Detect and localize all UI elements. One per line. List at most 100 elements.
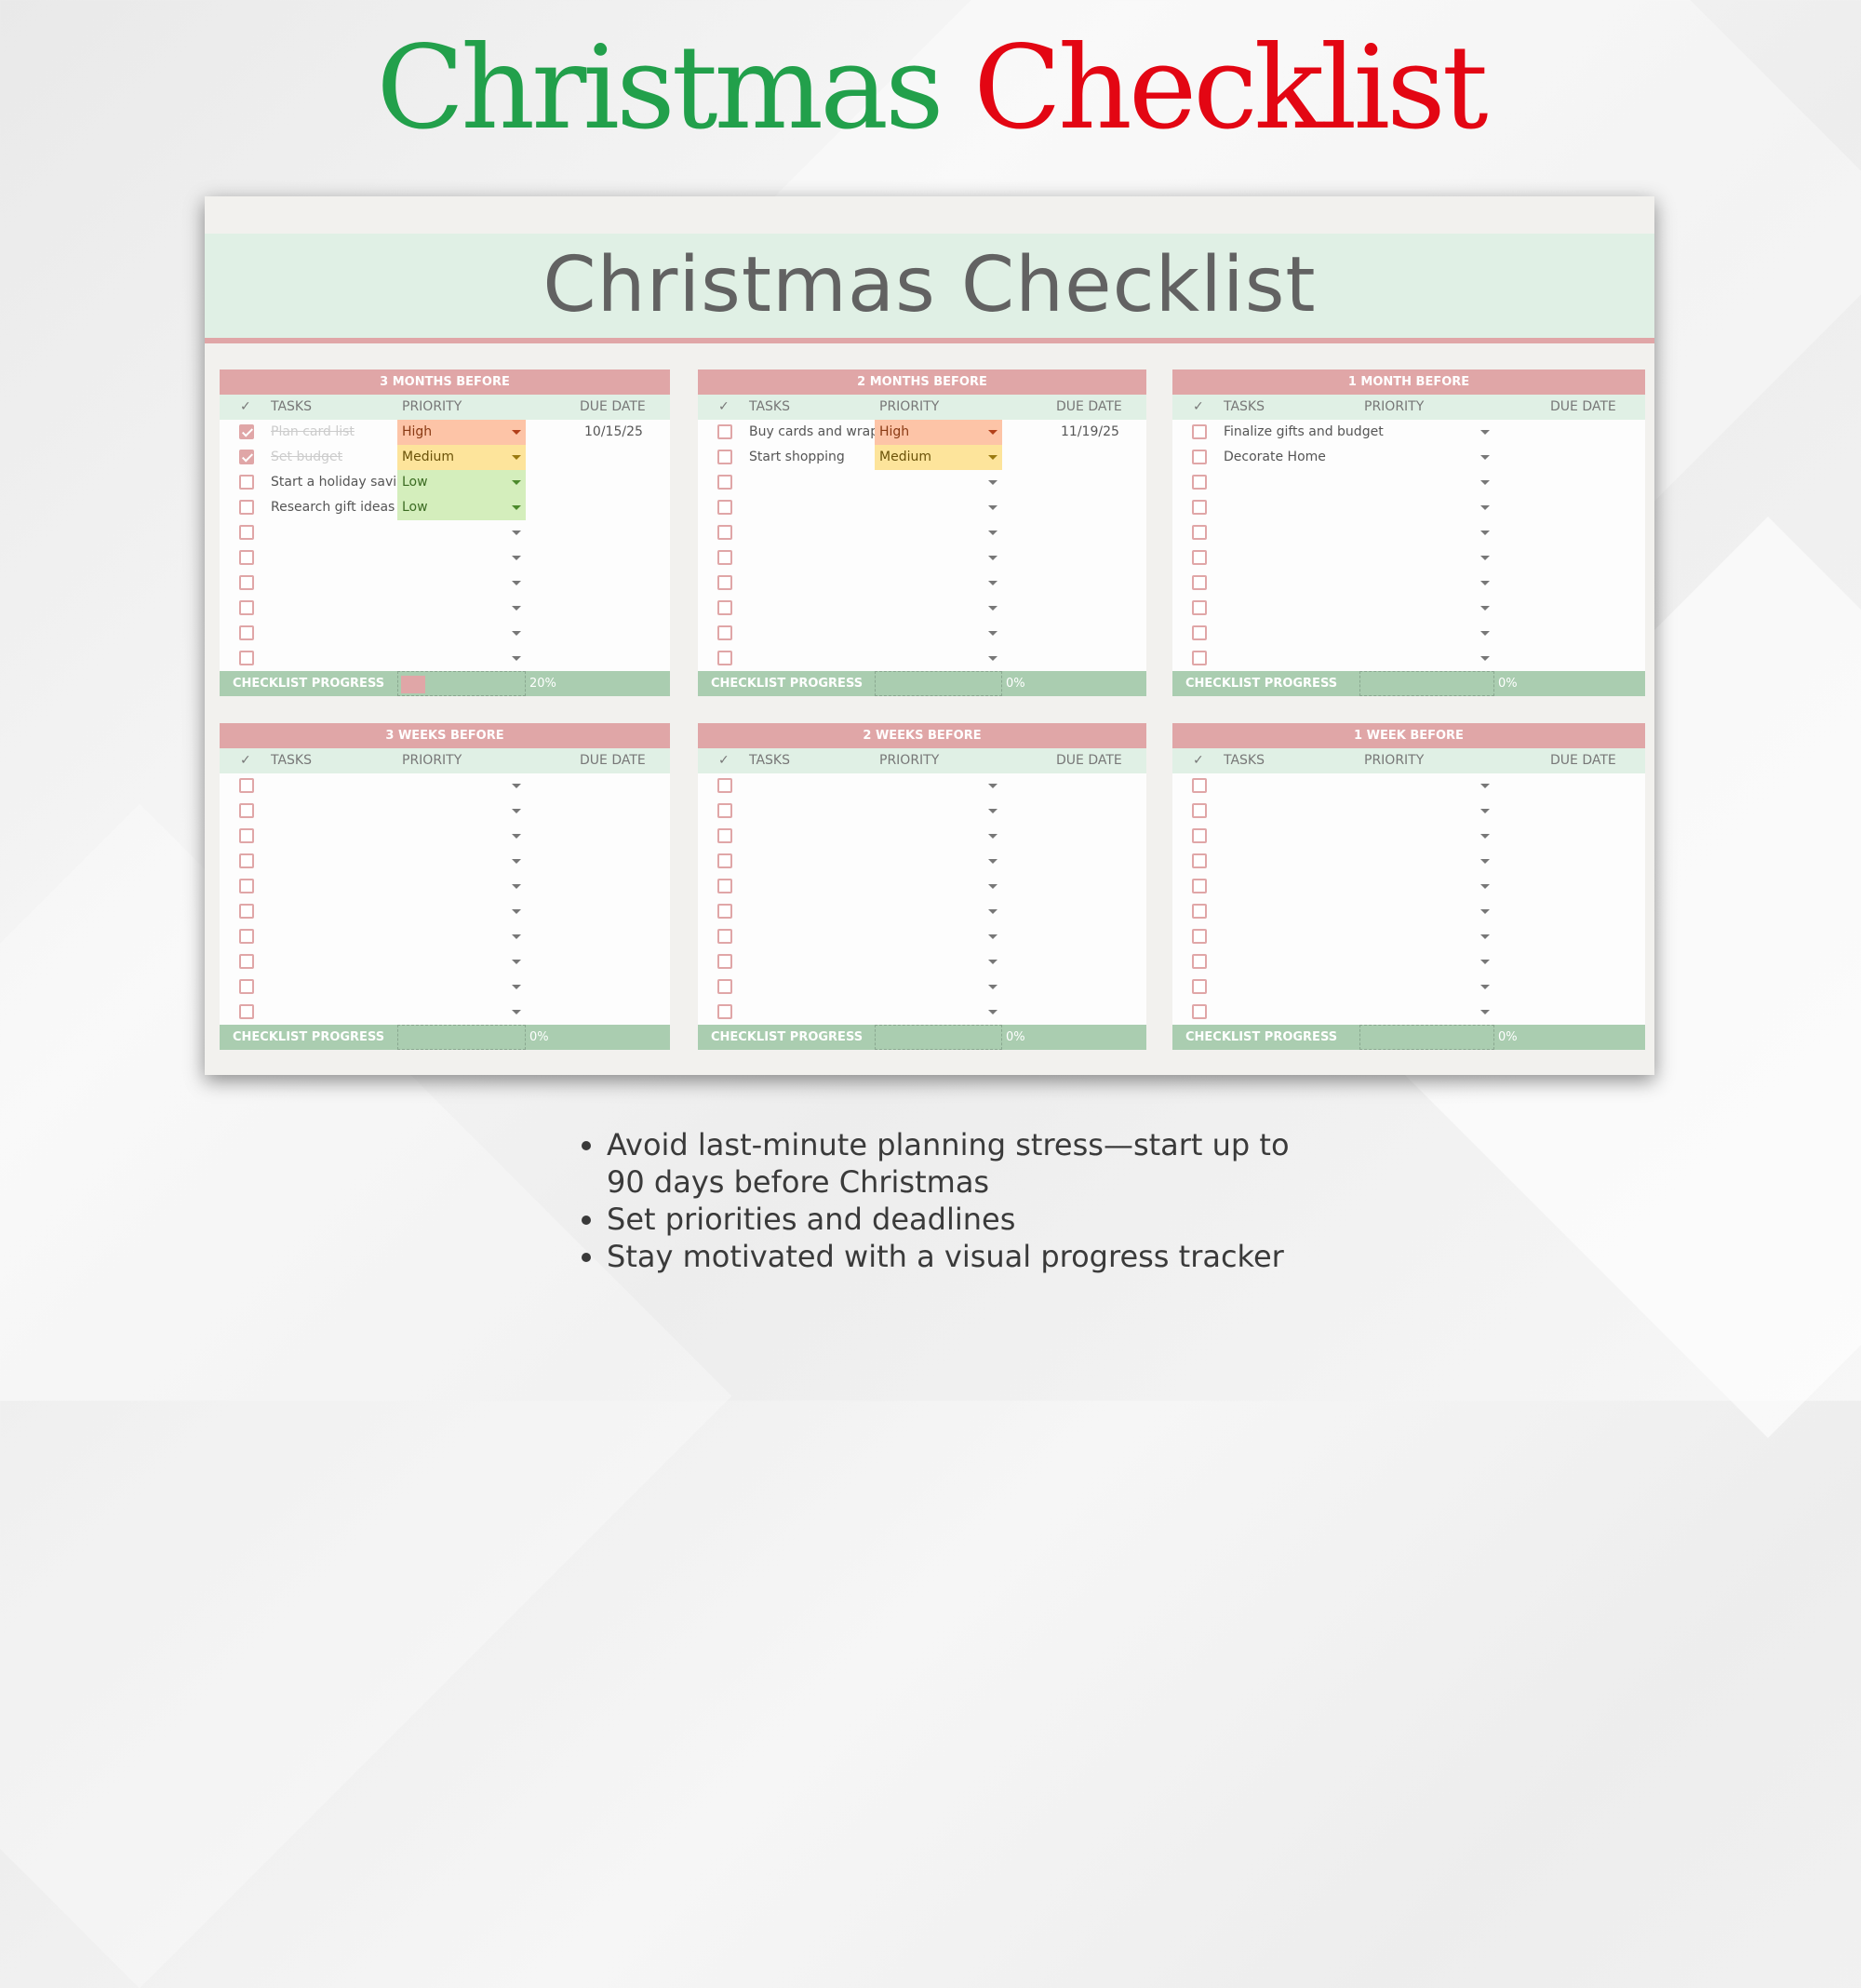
dropdown-arrow-icon[interactable] [1480,581,1490,585]
dropdown-arrow-icon[interactable] [1480,656,1490,661]
dropdown-arrow-icon[interactable] [512,1010,521,1014]
priority-dropdown[interactable] [875,773,1002,799]
priority-dropdown[interactable] [875,1000,1002,1025]
dropdown-arrow-icon[interactable] [1480,631,1490,636]
task-checkbox[interactable] [239,778,254,793]
priority-dropdown[interactable] [1359,520,1494,545]
task-checkbox[interactable] [239,500,254,515]
dropdown-arrow-icon[interactable] [988,430,997,435]
task-checkbox[interactable] [239,954,254,969]
task-checkbox[interactable] [239,475,254,490]
task-checkbox[interactable] [717,550,732,565]
priority-dropdown[interactable]: Low [397,495,526,520]
dropdown-arrow-icon[interactable] [512,985,521,989]
dropdown-arrow-icon[interactable] [512,531,521,535]
task-checkbox[interactable] [1192,575,1207,590]
task-checkbox[interactable] [239,575,254,590]
task-checkbox[interactable] [717,651,732,665]
task-checkbox[interactable] [239,879,254,893]
priority-dropdown[interactable] [1359,924,1494,949]
task-checkbox[interactable] [239,450,254,464]
task-checkbox[interactable] [717,500,732,515]
dropdown-arrow-icon[interactable] [1480,606,1490,611]
dropdown-arrow-icon[interactable] [512,859,521,864]
priority-dropdown[interactable] [1359,571,1494,596]
priority-dropdown[interactable] [397,824,526,849]
dropdown-arrow-icon[interactable] [512,606,521,611]
dropdown-arrow-icon[interactable] [988,909,997,914]
priority-dropdown[interactable] [1359,646,1494,671]
task-checkbox[interactable] [1192,853,1207,868]
dropdown-arrow-icon[interactable] [1480,455,1490,460]
priority-dropdown[interactable] [1359,773,1494,799]
task-checkbox[interactable] [717,525,732,540]
task-checkbox[interactable] [717,625,732,640]
priority-dropdown[interactable] [397,545,526,571]
dropdown-arrow-icon[interactable] [512,809,521,813]
priority-dropdown[interactable]: High [875,420,1002,445]
dropdown-arrow-icon[interactable] [1480,934,1490,939]
task-checkbox[interactable] [717,929,732,944]
dropdown-arrow-icon[interactable] [988,809,997,813]
task-checkbox[interactable] [1192,929,1207,944]
task-checkbox[interactable] [717,600,732,615]
task-checkbox[interactable] [717,424,732,439]
dropdown-arrow-icon[interactable] [512,556,521,560]
priority-dropdown[interactable] [875,949,1002,974]
task-checkbox[interactable] [239,853,254,868]
task-checkbox[interactable] [1192,954,1207,969]
priority-dropdown[interactable] [397,974,526,1000]
dropdown-arrow-icon[interactable] [988,834,997,839]
priority-dropdown[interactable] [397,571,526,596]
task-checkbox[interactable] [1192,600,1207,615]
dropdown-arrow-icon[interactable] [988,960,997,964]
task-checkbox[interactable] [717,778,732,793]
priority-dropdown[interactable] [875,545,1002,571]
priority-dropdown[interactable] [1359,596,1494,621]
priority-dropdown[interactable] [875,924,1002,949]
priority-dropdown[interactable] [1359,974,1494,1000]
dropdown-arrow-icon[interactable] [1480,859,1490,864]
priority-dropdown[interactable] [1359,874,1494,899]
dropdown-arrow-icon[interactable] [1480,960,1490,964]
dropdown-arrow-icon[interactable] [1480,809,1490,813]
dropdown-arrow-icon[interactable] [512,631,521,636]
dropdown-arrow-icon[interactable] [1480,505,1490,510]
task-checkbox[interactable] [239,625,254,640]
dropdown-arrow-icon[interactable] [988,884,997,889]
dropdown-arrow-icon[interactable] [988,480,997,485]
dropdown-arrow-icon[interactable] [512,581,521,585]
dropdown-arrow-icon[interactable] [512,960,521,964]
dropdown-arrow-icon[interactable] [1480,834,1490,839]
task-checkbox[interactable] [239,979,254,994]
dropdown-arrow-icon[interactable] [988,985,997,989]
due-date-cell[interactable]: 10/15/25 [584,420,643,445]
dropdown-arrow-icon[interactable] [1480,556,1490,560]
dropdown-arrow-icon[interactable] [1480,884,1490,889]
dropdown-arrow-icon[interactable] [988,859,997,864]
dropdown-arrow-icon[interactable] [1480,430,1490,435]
priority-dropdown[interactable] [875,470,1002,495]
priority-dropdown[interactable] [875,799,1002,824]
priority-dropdown[interactable] [397,949,526,974]
dropdown-arrow-icon[interactable] [512,784,521,788]
dropdown-arrow-icon[interactable] [512,480,521,485]
dropdown-arrow-icon[interactable] [1480,531,1490,535]
priority-dropdown[interactable] [1359,495,1494,520]
priority-dropdown[interactable] [397,773,526,799]
priority-dropdown[interactable] [1359,445,1494,470]
task-checkbox[interactable] [717,828,732,843]
task-checkbox[interactable] [717,450,732,464]
dropdown-arrow-icon[interactable] [988,784,997,788]
dropdown-arrow-icon[interactable] [512,934,521,939]
task-checkbox[interactable] [239,929,254,944]
task-checkbox[interactable] [239,424,254,439]
priority-dropdown[interactable] [1359,824,1494,849]
priority-dropdown[interactable] [1359,545,1494,571]
task-checkbox[interactable] [717,879,732,893]
priority-dropdown[interactable] [1359,420,1494,445]
task-checkbox[interactable] [1192,450,1207,464]
dropdown-arrow-icon[interactable] [1480,985,1490,989]
priority-dropdown[interactable] [1359,1000,1494,1025]
priority-dropdown[interactable] [875,824,1002,849]
